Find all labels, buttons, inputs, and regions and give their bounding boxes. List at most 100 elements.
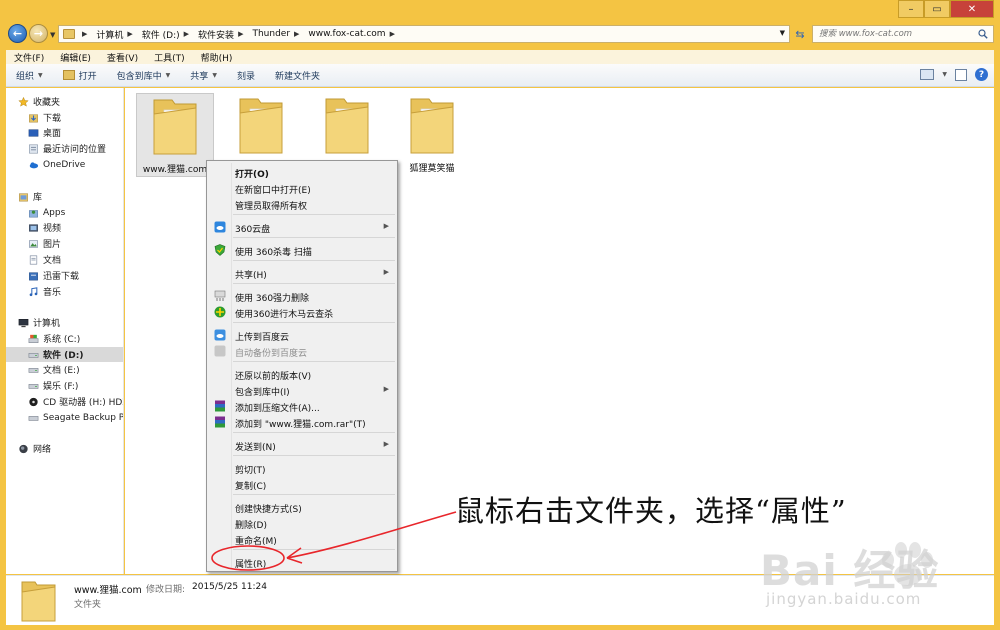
chevron-down-icon: ▼: [50, 31, 56, 39]
share-button[interactable]: 共享 ▼: [180, 64, 227, 86]
nav-music[interactable]: 音乐: [6, 284, 123, 299]
details-type: 文件夹: [74, 600, 102, 610]
ctx-restore-versions[interactable]: 还原以前的版本(V): [207, 366, 397, 382]
ctx-cut[interactable]: 剪切(T): [207, 460, 397, 476]
forward-button[interactable]: →: [29, 24, 48, 43]
ctx-open-new-window[interactable]: 在新窗口中打开(E): [207, 180, 397, 196]
menu-tools[interactable]: 工具(T): [146, 51, 193, 64]
ctx-delete[interactable]: 删除(D): [207, 515, 397, 531]
ctx-360-trojan-scan[interactable]: 使用360进行木马云查杀: [207, 304, 397, 320]
minimize-button[interactable]: –: [898, 0, 924, 18]
nav-label: 文档: [43, 256, 62, 266]
ctx-upload-baidu[interactable]: 上传到百度云: [207, 327, 397, 343]
ctx-rename[interactable]: 重命名(M): [207, 531, 397, 547]
chevron-down-icon[interactable]: ▼: [942, 71, 947, 78]
ctx-360-force-delete[interactable]: 使用 360强力删除: [207, 288, 397, 304]
address-bar[interactable]: ▶ 计算机 ▶ 软件 (D:) ▶ 软件安装 ▶ Thunder ▶ www.fox-c…: [58, 25, 790, 43]
menu-help[interactable]: 帮助(H): [193, 51, 241, 64]
menu-file[interactable]: 文件(F): [6, 51, 52, 64]
ctx-share[interactable]: 共享(H) ▶: [207, 265, 397, 281]
ctx-include-library[interactable]: 包含到库中(I) ▶: [207, 382, 397, 398]
breadcrumb-label: 软件 (D:): [141, 30, 180, 41]
nav-computer[interactable]: 计算机: [6, 315, 123, 330]
menu-edit[interactable]: 编辑(E): [52, 51, 99, 64]
baidu-backup-icon: [214, 345, 226, 357]
nav-videos[interactable]: 视频: [6, 220, 123, 235]
nav-downloads[interactable]: 下载: [6, 110, 123, 125]
include-in-library-button[interactable]: 包含到库中 ▼: [107, 64, 181, 86]
drive-icon: [28, 352, 39, 358]
menu-label: 包含到库中(I): [235, 388, 290, 398]
ctx-take-ownership[interactable]: 管理员取得所有权: [207, 196, 397, 212]
nav-label: 文档 (E:): [43, 366, 80, 376]
nav-onedrive[interactable]: OneDrive: [6, 157, 123, 172]
nav-seagate[interactable]: Seagate Backup Plus: [6, 410, 123, 425]
nav-pictures[interactable]: 图片: [6, 236, 123, 251]
menu-label: 重命名(M): [235, 537, 277, 547]
breadcrumb-label: www.fox-cat.com: [308, 29, 386, 39]
nav-drive-e[interactable]: 文档 (E:): [6, 362, 123, 377]
nav-recent[interactable]: 最近访问的位置: [6, 141, 123, 156]
change-view-icon[interactable]: [920, 69, 935, 80]
search-input[interactable]: [819, 29, 969, 39]
ctx-add-rar[interactable]: 添加到 "www.狸猫.com.rar"(T): [207, 414, 397, 430]
nav-label: 库: [33, 193, 43, 203]
folder-icon: [153, 99, 197, 155]
back-button[interactable]: ←: [8, 24, 27, 43]
open-button[interactable]: 打开: [53, 64, 107, 86]
folder-item-huli[interactable]: 狐狸莫笑猫: [393, 93, 471, 177]
nav-drive-f[interactable]: 娱乐 (F:): [6, 378, 123, 393]
nav-thunder-downloads[interactable]: 迅雷下载: [6, 268, 123, 283]
new-folder-button[interactable]: 新建文件夹: [265, 64, 330, 86]
nav-apps[interactable]: Apps: [6, 205, 123, 220]
ctx-add-archive[interactable]: 添加到压缩文件(A)...: [207, 398, 397, 414]
organize-button[interactable]: 组织 ▼: [6, 64, 53, 86]
nav-network[interactable]: 网络: [6, 441, 123, 456]
ctx-open[interactable]: 打开(O): [207, 164, 397, 180]
recent-pages-dropdown[interactable]: ▼: [50, 31, 55, 39]
nav-desktop[interactable]: 桌面: [6, 125, 123, 140]
nav-drive-c[interactable]: 系统 (C:): [6, 331, 123, 346]
nav-label: 软件 (D:): [43, 351, 84, 361]
breadcrumb-drive-d[interactable]: 软件 (D:) ▶: [142, 28, 194, 41]
help-icon[interactable]: ?: [975, 68, 988, 81]
breadcrumb-thunder[interactable]: Thunder ▶: [252, 29, 304, 39]
nav-drive-d[interactable]: 软件 (D:): [6, 347, 123, 362]
ctx-360-scan[interactable]: 使用 360杀毒 扫描: [207, 242, 397, 258]
ctx-360-cloud[interactable]: 360云盘 ▶: [207, 219, 397, 235]
folder-item-lima[interactable]: www.狸猫.com: [136, 93, 214, 177]
search-icon[interactable]: [978, 29, 988, 39]
preview-pane-icon[interactable]: [955, 68, 967, 81]
breadcrumb-current[interactable]: www.fox-cat.com ▶: [308, 29, 400, 39]
maximize-button[interactable]: ▭: [924, 0, 950, 18]
ctx-backup-baidu[interactable]: 自动备份到百度云: [207, 343, 397, 359]
nav-documents[interactable]: 文档: [6, 252, 123, 267]
window-controls: – ▭ ✕: [898, 0, 994, 18]
nav-label: 视频: [43, 224, 62, 234]
ctx-create-shortcut[interactable]: 创建快捷方式(S): [207, 499, 397, 515]
command-bar: 组织 ▼ 打开 包含到库中 ▼ 共享 ▼ 刻录 新建文件夹 ▼ ?: [6, 64, 994, 87]
close-button[interactable]: ✕: [950, 0, 994, 18]
breadcrumb-software[interactable]: 软件安装 ▶: [198, 28, 248, 41]
nav-libraries[interactable]: 库: [6, 189, 123, 204]
chevron-right-icon: ▶: [183, 30, 190, 38]
search-box[interactable]: [812, 25, 994, 43]
network-icon: [19, 444, 28, 453]
downloads-icon: [29, 113, 38, 122]
ctx-send-to[interactable]: 发送到(N) ▶: [207, 437, 397, 453]
chevron-right-icon: ▶: [383, 440, 389, 448]
menu-view[interactable]: 查看(V): [99, 51, 146, 64]
breadcrumb-computer[interactable]: 计算机 ▶: [96, 28, 137, 41]
ctx-properties[interactable]: 属性(R): [207, 554, 397, 570]
ctx-copy[interactable]: 复制(C): [207, 476, 397, 492]
nav-drive-h[interactable]: CD 驱动器 (H:) HDZ: [6, 394, 123, 409]
winrar-icon: [215, 400, 225, 412]
chevron-right-icon: ▶: [383, 222, 389, 230]
burn-button[interactable]: 刻录: [227, 64, 265, 86]
address-dropdown[interactable]: ▼: [780, 29, 785, 37]
share-label: 共享: [190, 71, 209, 82]
nav-favorites[interactable]: 收藏夹: [6, 94, 123, 109]
refresh-button[interactable]: ⇆: [793, 27, 807, 41]
breadcrumb-sep[interactable]: ▶: [78, 30, 92, 38]
drive-icon: [28, 367, 39, 373]
